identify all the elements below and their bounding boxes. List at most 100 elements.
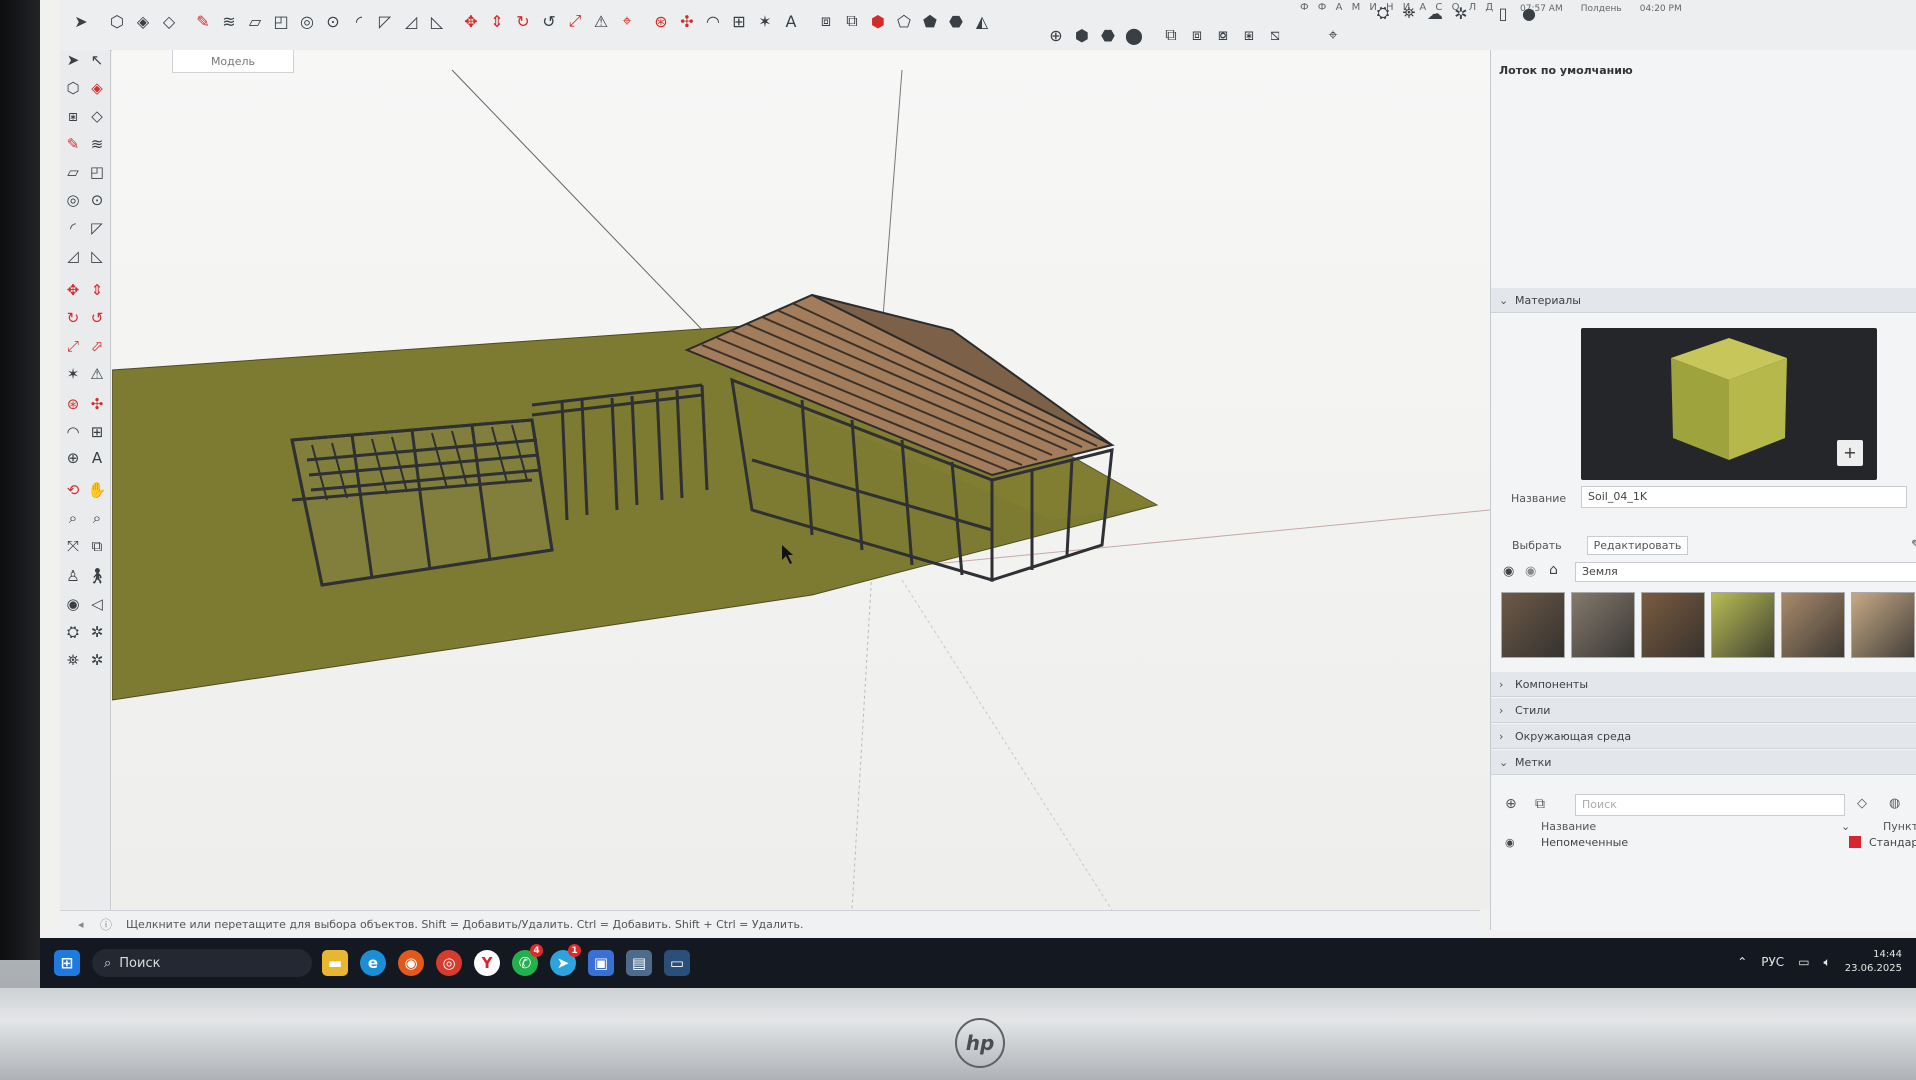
components-header[interactable]: › Компоненты ✕	[1491, 672, 1916, 697]
scale-icon[interactable]: ⤢	[564, 10, 586, 32]
firefox-icon[interactable]: ◉	[398, 950, 424, 976]
push-pull-icon[interactable]: ⇕	[486, 10, 508, 32]
add-detail-icon[interactable]: ⬣	[945, 10, 967, 32]
window-app-icon[interactable]: ▭	[664, 950, 690, 976]
text-tool-icon[interactable]: ⊞	[728, 10, 750, 32]
3dtext-side-icon[interactable]: A	[87, 448, 107, 468]
document-icon[interactable]: ▯	[1492, 2, 1514, 24]
3d-text-icon[interactable]: A	[780, 10, 802, 32]
two-point-arc-icon[interactable]: ◺	[426, 10, 448, 32]
zoom-window-side-icon[interactable]: ⌕	[87, 508, 107, 528]
extension-manager-icon[interactable]: ✲	[1450, 2, 1472, 24]
edge-icon[interactable]: e	[360, 950, 386, 976]
make-component-icon[interactable]: ⬡	[63, 78, 83, 98]
iso-view-icon[interactable]: ⊕	[1045, 24, 1067, 46]
freehand-icon[interactable]: ≋	[218, 10, 240, 32]
arc-icon[interactable]: ◜	[348, 10, 370, 32]
swatch[interactable]	[1711, 592, 1775, 658]
telegram-icon[interactable]: ➤ 1	[550, 944, 581, 976]
move-icon[interactable]: ✥	[460, 10, 482, 32]
warehouse2-side-icon[interactable]: ⛯	[63, 650, 83, 670]
arc3-side-icon[interactable]: ◿	[63, 246, 83, 266]
axes-icon[interactable]: ✶	[754, 10, 776, 32]
paint-icon[interactable]: ◈	[87, 78, 107, 98]
axes-side-icon[interactable]: ⊕	[63, 448, 83, 468]
line-tool-icon[interactable]: ✎	[192, 10, 214, 32]
color-by-tag-icon[interactable]: ◍	[1889, 796, 1900, 811]
tab-edit[interactable]: Редактировать	[1586, 536, 1689, 555]
rect-side-icon[interactable]: ▱	[63, 162, 83, 182]
3d-viewport[interactable]: Модель	[112, 50, 1490, 910]
eraser-icon[interactable]: ◇	[158, 10, 180, 32]
cloud-icon[interactable]: ☁	[1424, 2, 1446, 24]
add-tag-icon[interactable]: ⊕	[1505, 796, 1517, 812]
pie-icon[interactable]: ◸	[374, 10, 396, 32]
group-icon[interactable]: ⧆	[63, 106, 83, 126]
circle-icon[interactable]: ◎	[296, 10, 318, 32]
dimension-side-icon[interactable]: ⚠	[87, 364, 107, 384]
whatsapp-icon[interactable]: ✆ 4	[512, 944, 543, 976]
eraser-side-icon[interactable]: ◇	[87, 106, 107, 126]
swatch[interactable]	[1641, 592, 1705, 658]
3d-warehouse-icon[interactable]: ⛯	[1398, 2, 1420, 24]
shaded-icon[interactable]: ⧆	[1238, 24, 1260, 46]
file-explorer-icon[interactable]: ▬	[322, 950, 348, 976]
tape-measure-icon[interactable]: ⌖	[616, 10, 638, 32]
previous-view-side-icon[interactable]: ⧉	[87, 536, 107, 556]
pan-icon[interactable]: ✣	[676, 10, 698, 32]
materials-header[interactable]: ⌄ Материалы ✕	[1491, 288, 1916, 313]
extension-warehouse-icon[interactable]: ⛭	[1372, 2, 1394, 24]
extension-side-icon[interactable]: ✲	[87, 622, 107, 642]
shaded-texture-icon[interactable]: ⧅	[1264, 24, 1286, 46]
forward-icon[interactable]: ◉	[1525, 564, 1536, 579]
pushpull-side-icon[interactable]: ⇕	[87, 280, 107, 300]
component-icon[interactable]: ⬡	[106, 10, 128, 32]
scale-side-icon[interactable]: ⤢	[63, 336, 83, 356]
position-camera-side-icon[interactable]: ♙	[63, 566, 83, 586]
rotate-icon[interactable]: ↻	[512, 10, 534, 32]
tray-chevron-up-icon[interactable]: ⌃	[1737, 955, 1747, 969]
info-icon[interactable]: ⓘ	[100, 916, 112, 933]
arc2-side-icon[interactable]: ◺	[87, 246, 107, 266]
front-view-icon[interactable]: ⬣	[1097, 24, 1119, 46]
sandbox-icon[interactable]: ⧈	[815, 10, 837, 32]
yandex-browser-icon[interactable]: Y	[474, 950, 500, 976]
pie-side-icon[interactable]: ◸	[87, 218, 107, 238]
windows-start-icon[interactable]: ⊞	[54, 950, 80, 976]
eye-icon[interactable]: ◉	[1505, 836, 1515, 849]
zoom-side-icon[interactable]: ⌕	[63, 508, 83, 528]
hidden-line-icon[interactable]: ⧇	[1212, 24, 1234, 46]
tags-header[interactable]: ⌄ Метки ✕	[1491, 750, 1916, 775]
tab-model[interactable]: Модель	[172, 50, 294, 73]
drape-icon[interactable]: ⬟	[919, 10, 941, 32]
wireframe-icon[interactable]: ⧈	[1186, 24, 1208, 46]
protractor-side-icon[interactable]: ◠	[63, 422, 83, 442]
extension2-side-icon[interactable]: ✲	[87, 650, 107, 670]
follow-me-icon[interactable]: ↺	[538, 10, 560, 32]
tag-tool-icon[interactable]: ◇	[1857, 796, 1867, 811]
hand-side-icon[interactable]: ✋	[87, 480, 107, 500]
freehand-side-icon[interactable]: ≋	[87, 134, 107, 154]
tape-side-icon[interactable]: ✶	[63, 364, 83, 384]
polygon-icon[interactable]: ⊙	[322, 10, 344, 32]
system-clock[interactable]: 14:44 23.06.2025	[1845, 948, 1902, 976]
walk-side-icon[interactable]: 🚶︎	[87, 566, 107, 586]
chrome-icon[interactable]: ◎	[436, 950, 462, 976]
circle-side-icon[interactable]: ◎	[63, 190, 83, 210]
right-view-icon[interactable]: ⬤	[1123, 24, 1145, 46]
pencil-icon[interactable]: ✎	[63, 134, 83, 154]
arc-side-icon[interactable]: ◜	[63, 218, 83, 238]
pan-side-icon[interactable]: ✣	[87, 394, 107, 414]
look-around-side-icon[interactable]: ◉	[63, 594, 83, 614]
styles-header[interactable]: › Стили ✕	[1491, 698, 1916, 723]
swatch[interactable]	[1571, 592, 1635, 658]
user-account-icon[interactable]: ●	[1518, 2, 1540, 24]
orbit-icon[interactable]: ⊛	[650, 10, 672, 32]
rot-rect-side-icon[interactable]: ◰	[87, 162, 107, 182]
warehouse-side-icon[interactable]: ⛭	[63, 622, 83, 642]
paint-bucket-icon[interactable]: ◈	[132, 10, 154, 32]
volume-icon[interactable]: 🔈︎	[1824, 955, 1831, 970]
orbit2-side-icon[interactable]: ⟲	[63, 480, 83, 500]
orbit-side-icon[interactable]: ⊛	[63, 394, 83, 414]
rectangle-icon[interactable]: ▱	[244, 10, 266, 32]
